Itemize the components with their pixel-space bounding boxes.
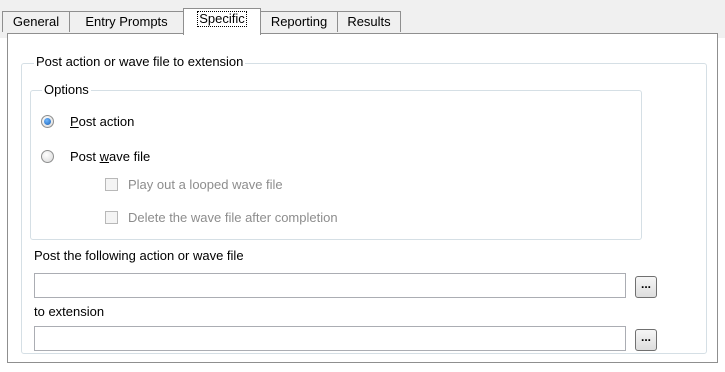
post-action-group-caption: Post action or wave file to extension <box>34 54 246 69</box>
loop-wave-file-label: Play out a looped wave file <box>128 177 283 192</box>
post-wave-file-radio[interactable] <box>41 150 54 163</box>
extension-field-label: to extension <box>34 304 105 319</box>
post-action-radio[interactable] <box>41 115 54 128</box>
extension-browse-button[interactable]: ... <box>635 329 657 351</box>
action-browse-button[interactable]: ... <box>635 276 657 298</box>
loop-wave-file-checkbox[interactable] <box>105 178 118 191</box>
tab-results[interactable]: Results <box>337 11 401 32</box>
tab-page-specific: Post action or wave file to extension Op… <box>7 33 718 363</box>
extension-input[interactable] <box>34 326 626 351</box>
tab-specific[interactable]: Specific <box>183 8 261 35</box>
post-action-label[interactable]: Post action <box>70 114 134 129</box>
delete-wave-file-label: Delete the wave file after completion <box>128 210 338 225</box>
tab-reporting[interactable]: Reporting <box>260 11 338 32</box>
action-input[interactable] <box>34 273 626 298</box>
tab-entry-prompts[interactable]: Entry Prompts <box>69 11 184 32</box>
delete-wave-file-checkbox[interactable] <box>105 211 118 224</box>
post-wave-file-label[interactable]: Post wave file <box>70 149 150 164</box>
options-group-caption: Options <box>42 82 91 97</box>
action-field-label: Post the following action or wave file <box>34 248 244 263</box>
tab-general[interactable]: General <box>2 11 70 32</box>
